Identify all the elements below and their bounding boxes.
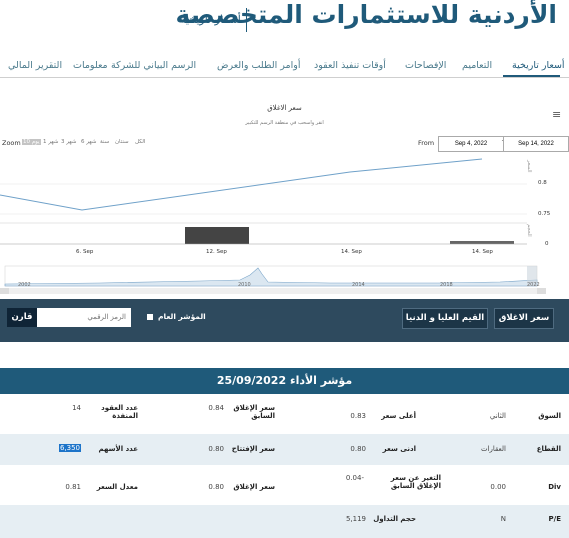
- range-3m[interactable]: 3 شهر: [61, 139, 76, 145]
- low-price-label: ادنى سعر: [382, 445, 416, 453]
- prev-close-value: 0.84: [208, 404, 224, 412]
- pe-label: P/E: [548, 515, 561, 523]
- navigator-scrollbar[interactable]: [0, 288, 546, 294]
- open-price-label: سعر الإفتتاح: [231, 445, 275, 453]
- volume-bar: [185, 227, 249, 244]
- general-index-label: المؤشر العام: [158, 312, 206, 321]
- navigator-year: 2018: [440, 282, 453, 288]
- active-tab-indicator: [503, 75, 560, 77]
- x-tick-label: 14. Sep: [341, 249, 362, 255]
- x-tick-label: 12. Sep: [206, 249, 227, 255]
- prev-close-label: سعر الإغلاق السابق: [233, 404, 275, 420]
- tab-historical-prices[interactable]: أسعار تاريخية: [512, 60, 565, 71]
- tab-financial-report[interactable]: التقرير المالي: [8, 60, 62, 71]
- shares-label: عدد الأسهم: [98, 445, 138, 453]
- tab-trade-times[interactable]: أوقات تنفيذ العقود: [314, 60, 386, 71]
- chart-subtitle: انقر واسحب في منطقة الرسم للتكبير: [245, 120, 324, 126]
- x-tick-label: 6. Sep: [76, 249, 94, 255]
- tab-order-book[interactable]: أوامر الطلب والعرض: [217, 60, 300, 71]
- div-value: 0.00: [490, 483, 506, 491]
- trade-value-value: 5,119: [345, 515, 366, 523]
- navigator-year: 2014: [352, 282, 365, 288]
- range-2y[interactable]: سنتان: [115, 139, 129, 145]
- symbol-input[interactable]: [37, 308, 131, 327]
- range-1m[interactable]: 1 شهر: [43, 139, 58, 145]
- tab-circulars[interactable]: التعاميم: [462, 60, 492, 71]
- from-label: From: [418, 139, 435, 147]
- navigator-year: 2002: [18, 282, 31, 288]
- x-tick-label: 14. Sep: [472, 249, 493, 255]
- contracts-label: عدد العقود المنفذة: [101, 404, 138, 420]
- tab-company-chart[interactable]: الرسم البياني للشركة: [111, 60, 196, 71]
- high-price-value: 0.83: [350, 412, 366, 420]
- zoom-label: Zoom: [2, 139, 21, 147]
- market-label: السوق: [538, 412, 561, 420]
- range-1y[interactable]: سنة: [100, 139, 109, 145]
- volume-tick-label: 0: [545, 241, 549, 247]
- price-chart[interactable]: السعر 0.8 0.75 الحجم 0 6. Sep 12. Sep 14…: [0, 150, 569, 298]
- price-line: [0, 158, 483, 211]
- navigator-year: 2022: [527, 282, 540, 288]
- volume-axis-label: الحجم: [526, 224, 532, 237]
- change-value: -0.04: [345, 474, 364, 482]
- chart-title: سعر الاغلاق: [267, 104, 302, 112]
- change-label: التغير عن سعر الإغلاق السابق: [390, 474, 441, 490]
- close-price-label: سعر الإغلاق: [233, 483, 275, 491]
- navigator-year: 2010: [238, 282, 251, 288]
- range-10d[interactable]: 10 يوم: [22, 139, 41, 145]
- volume-bar: [450, 241, 514, 244]
- compare-button[interactable]: قارن: [7, 308, 37, 327]
- table-row: السوق الثاني أعلى سعر 0.83 سعر الإغلاق ا…: [0, 394, 569, 434]
- table-row: P/E N حجم التداول 5,119: [0, 505, 569, 538]
- tab-disclosures[interactable]: الإفصاحات: [405, 60, 446, 71]
- close-price-value: 0.80: [208, 483, 224, 491]
- trade-value-label: حجم التداول: [373, 515, 416, 523]
- range-all[interactable]: الكل: [135, 139, 145, 145]
- avg-price-label: معدل السعر: [96, 483, 138, 491]
- performance-title: مؤشر الأداء 25/09/2022: [0, 368, 569, 394]
- high-price-label: أعلى سعر: [381, 412, 416, 420]
- y-axis-label: السعر: [526, 159, 532, 173]
- sector-label: القطاع: [536, 445, 561, 453]
- general-index-checkbox[interactable]: [147, 314, 153, 320]
- market-value: الثاني: [489, 412, 506, 420]
- title-separator: [246, 8, 247, 32]
- low-price-value: 0.80: [350, 445, 366, 453]
- scroll-left-button[interactable]: [0, 288, 9, 294]
- y-tick-label: 0.75: [538, 211, 551, 217]
- table-row: Div 0.00 التغير عن سعر الإغلاق السابق -0…: [0, 465, 569, 505]
- shares-value: 6,350: [58, 444, 81, 452]
- y-tick-label: 0.8: [538, 180, 547, 186]
- tab-bar: أسعار تاريخية التعاميم الإفصاحات أوقات ت…: [0, 58, 569, 78]
- high-low-button[interactable]: القيم العليا و الدنيا: [402, 308, 488, 329]
- table-row: القطاع العقارات ادنى سعر 0.80 سعر الإفتت…: [0, 434, 569, 465]
- open-price-value: 0.80: [208, 445, 224, 453]
- contracts-value: 14: [72, 404, 81, 412]
- sector-value: العقارات: [480, 445, 506, 453]
- pe-value: N: [500, 515, 506, 523]
- hamburger-menu-icon[interactable]: ≡: [552, 108, 561, 121]
- range-6m[interactable]: 6 شهر: [81, 139, 96, 145]
- div-label: Div: [548, 483, 561, 491]
- close-price-button[interactable]: سعر الاغلاق: [494, 308, 554, 329]
- page-subtitle: أسعار تاريخية: [180, 13, 241, 26]
- scroll-right-button[interactable]: [537, 288, 546, 294]
- avg-price-value: 0.81: [65, 483, 81, 491]
- tab-information[interactable]: معلومات: [73, 60, 108, 71]
